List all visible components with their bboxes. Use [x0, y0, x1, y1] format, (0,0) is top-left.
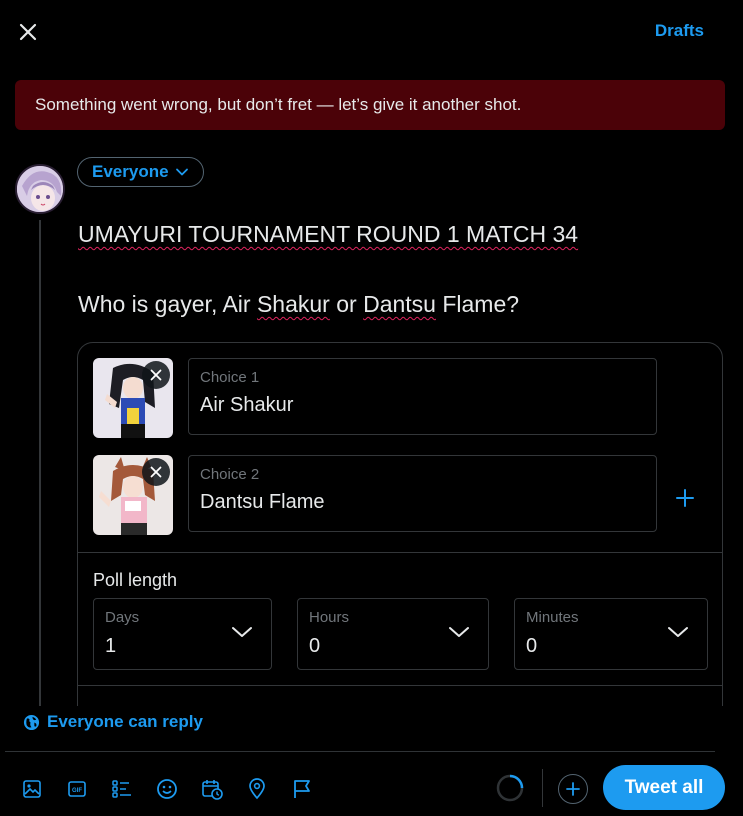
tweet-text-segment: Flame?	[435, 291, 520, 317]
close-icon	[19, 23, 37, 41]
choice-2-label: Choice 2	[200, 466, 260, 483]
footer-divider	[5, 751, 715, 752]
choice-2-field[interactable]: Choice 2 Dantsu Flame	[188, 455, 657, 532]
hours-label: Hours	[309, 609, 350, 626]
gif-icon: GIF	[67, 780, 86, 797]
poll-button[interactable]	[105, 772, 138, 805]
flag-icon	[293, 779, 310, 798]
choice-1-label: Choice 1	[200, 369, 260, 386]
composer-toolbar: GIF	[15, 772, 318, 805]
location-button[interactable]	[240, 772, 273, 805]
close-button[interactable]	[10, 14, 46, 50]
tweet-text-segment: Dantsu	[363, 291, 436, 317]
schedule-icon	[201, 779, 223, 800]
add-tweet-button[interactable]	[558, 774, 588, 804]
media-icon	[22, 779, 41, 798]
schedule-button[interactable]	[195, 772, 228, 805]
audience-label: Everyone	[92, 162, 169, 181]
error-message: Something went wrong, but don’t fret — l…	[35, 95, 522, 114]
chevron-down-icon	[449, 627, 469, 637]
avatar-image	[17, 166, 63, 212]
choice-1-field[interactable]: Choice 1 Air Shakur	[188, 358, 657, 435]
flag-button[interactable]	[285, 772, 318, 805]
toolbar-divider	[542, 769, 543, 807]
plus-icon	[566, 782, 580, 796]
chevron-down-icon	[232, 627, 252, 637]
poll-divider	[78, 552, 722, 553]
close-icon	[150, 466, 162, 478]
reply-setting-label: Everyone can reply	[47, 712, 203, 731]
error-banner: Something went wrong, but don’t fret — l…	[15, 80, 725, 130]
gif-button[interactable]: GIF	[60, 772, 93, 805]
plus-icon	[676, 489, 694, 507]
add-choice-button[interactable]	[670, 483, 700, 513]
poll-divider	[78, 685, 722, 686]
emoji-icon	[156, 778, 177, 799]
drafts-button[interactable]: Drafts	[655, 21, 704, 41]
hours-select[interactable]: Hours 0	[297, 598, 489, 670]
reply-setting-button[interactable]: Everyone can reply	[23, 712, 203, 732]
tweet-text-line-2: Who is gayer, Air Shakur or Dantsu Flame…	[78, 290, 718, 318]
tweet-text-line-1-text: UMAYURI TOURNAMENT ROUND 1 MATCH 34	[78, 221, 579, 247]
days-select[interactable]: Days 1	[93, 598, 272, 670]
choice-1-value: Air Shakur	[200, 394, 294, 416]
tweet-text-segment: Who is gayer, Air	[78, 291, 257, 317]
tweet-text-line-1: UMAYURI TOURNAMENT ROUND 1 MATCH 34	[78, 220, 718, 248]
avatar[interactable]	[15, 164, 65, 214]
poll-length-title: Poll length	[93, 570, 178, 590]
remove-choice-1-image-button[interactable]	[142, 361, 170, 389]
minutes-label: Minutes	[526, 609, 579, 626]
svg-text:GIF: GIF	[72, 788, 82, 794]
choice-2-image	[93, 455, 173, 535]
media-button[interactable]	[15, 772, 48, 805]
audience-selector[interactable]: Everyone	[77, 157, 204, 187]
days-label: Days	[105, 609, 140, 626]
minutes-select[interactable]: Minutes 0	[514, 598, 708, 670]
character-count-ring	[496, 774, 524, 802]
poll-icon	[111, 779, 131, 798]
tweet-text-segment: or	[329, 291, 364, 317]
close-icon	[150, 369, 162, 381]
emoji-button[interactable]	[150, 772, 183, 805]
tweet-all-button[interactable]: Tweet all	[603, 765, 725, 810]
remove-choice-2-image-button[interactable]	[142, 458, 170, 486]
choice-1-image	[93, 358, 173, 438]
chevron-down-icon	[668, 627, 688, 637]
thread-line	[39, 220, 41, 706]
poll-card: Choice 1 Air Shakur Choice 2 Dantsu Flam…	[77, 342, 723, 742]
tweet-text-area[interactable]: UMAYURI TOURNAMENT ROUND 1 MATCH 34 Who …	[78, 220, 718, 318]
chevron-down-icon	[175, 168, 188, 176]
globe-icon	[23, 714, 40, 730]
location-icon	[248, 777, 265, 799]
choice-2-value: Dantsu Flame	[200, 491, 325, 513]
tweet-text-segment: Shakur	[256, 291, 330, 317]
